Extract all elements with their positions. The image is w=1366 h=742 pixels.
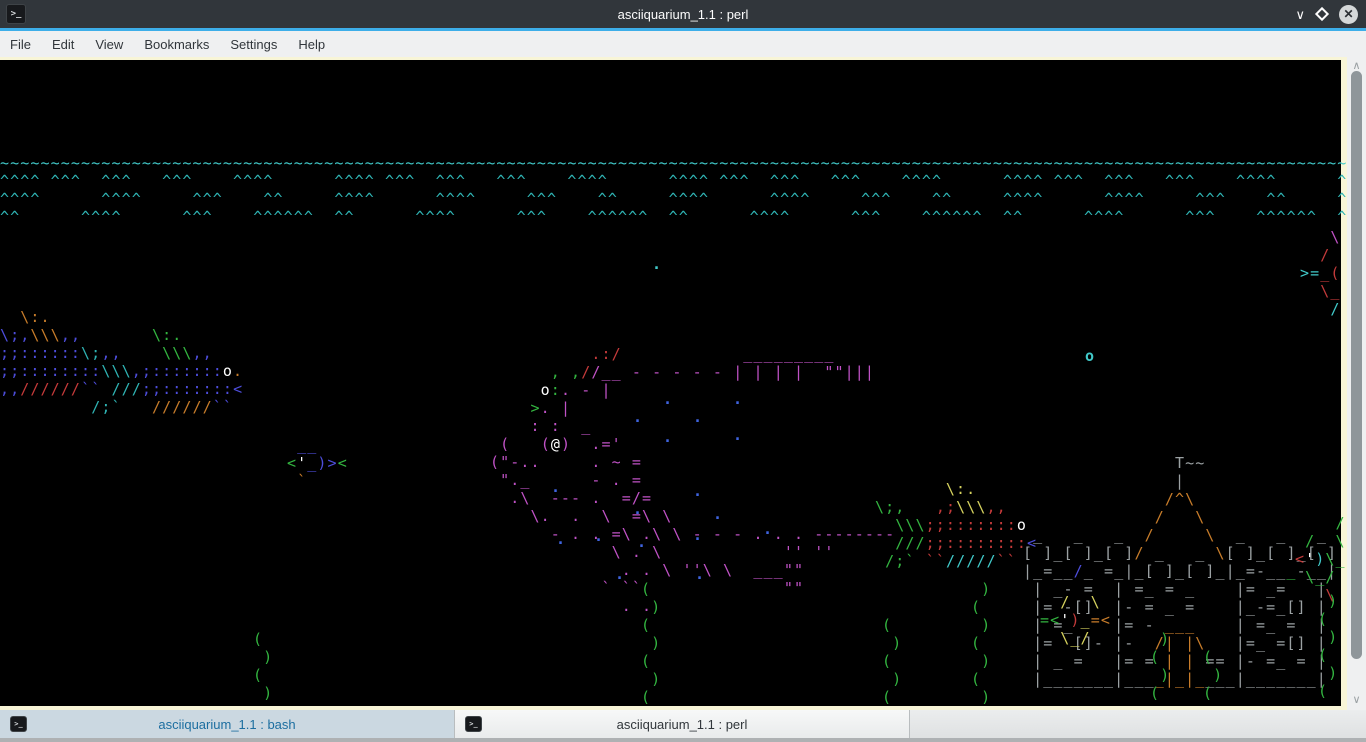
bubble: . bbox=[713, 505, 722, 523]
menubar: File Edit View Bookmarks Settings Help bbox=[0, 31, 1366, 57]
bubble: . bbox=[693, 482, 702, 500]
konsole-window: >_ asciiquarium_1.1 : perl ∨ ✕ File Edit… bbox=[0, 0, 1366, 742]
focus-frame-top bbox=[0, 57, 1347, 60]
bubble: . bbox=[633, 408, 642, 426]
fish-over-castle: / \ =<')_=< \_/ bbox=[1040, 593, 1111, 647]
water-line-2: ^^^^ ^^^^ ^^^ ^^ ^^^^ ^^^^ ^^^ ^^ ^^^^ ^… bbox=[0, 190, 1347, 208]
terminal-screen[interactable]: ~~~~~~~~~~~~~~~~~~~~~~~~~~~~~~~~~~~~~~~~… bbox=[0, 57, 1347, 710]
minimize-button[interactable]: ∨ bbox=[1295, 8, 1305, 21]
water-line-1: ^^^^ ^^^ ^^^ ^^^ ^^^^ ^^^^ ^^^ ^^^ ^^^ ^… bbox=[0, 172, 1347, 190]
maximize-button[interactable] bbox=[1315, 7, 1329, 21]
menu-item-settings[interactable]: Settings bbox=[230, 37, 277, 52]
seaweed: ) ( ) ( ) ( bbox=[1318, 592, 1338, 700]
menu-item-edit[interactable]: Edit bbox=[52, 37, 74, 52]
fish-entering-top-right: \ / >=_( \_ / bbox=[1300, 228, 1341, 318]
bubble: . bbox=[652, 255, 661, 273]
bubble: . bbox=[615, 565, 624, 583]
fish-school-left: \:. \;,\\\,, \:. ;;::::::\;,, \\\,, ;;::… bbox=[0, 308, 243, 416]
fish-right-group: \:. \;, ,;\\\,, \\\;;:::::::o ///;;:::::… bbox=[875, 480, 1037, 570]
seaweed: ( ) ( ) bbox=[253, 630, 273, 702]
terminal-icon: >_ bbox=[465, 716, 482, 732]
fish-edge-right: / / \ <')\_ \_/ \ bbox=[1295, 514, 1346, 604]
bubble: . bbox=[633, 500, 642, 518]
water-line-3: ^^ ^^^^ ^^^ ^^^^^^ ^^ ^^^^ ^^^ ^^^^^^ ^^… bbox=[0, 208, 1347, 226]
bubble: . bbox=[663, 390, 672, 408]
bubble: . bbox=[594, 527, 603, 545]
menu-item-file[interactable]: File bbox=[10, 37, 31, 52]
scroll-down-icon[interactable]: ∨ bbox=[1347, 693, 1366, 706]
window-bottom-edge bbox=[0, 738, 1366, 742]
bubble: . bbox=[763, 520, 772, 538]
castle: T~~ | /^\ / \ _ _ _ / \ _ _ _ [ ]_[ ]_[ … bbox=[1023, 454, 1337, 688]
water-surface: ~~~~~~~~~~~~~~~~~~~~~~~~~~~~~~~~~~~~~~~~… bbox=[0, 154, 1347, 172]
tab-bash[interactable]: >_ asciiquarium_1.1 : bash bbox=[0, 710, 455, 738]
menu-item-view[interactable]: View bbox=[95, 37, 123, 52]
terminal-icon: >_ bbox=[10, 716, 27, 732]
bubble: o bbox=[1085, 347, 1094, 365]
window-title: asciiquarium_1.1 : perl bbox=[0, 7, 1366, 22]
seaweed: ( ) ( bbox=[1203, 648, 1223, 702]
bubble: . bbox=[695, 565, 704, 583]
menu-item-bookmarks[interactable]: Bookmarks bbox=[144, 37, 209, 52]
tab-perl-label: asciiquarium_1.1 : perl bbox=[617, 717, 748, 732]
bubble: . bbox=[733, 390, 742, 408]
small-blue-fish: __ <'_)>< ` bbox=[287, 436, 348, 490]
bubble: . bbox=[551, 478, 560, 496]
menu-item-help[interactable]: Help bbox=[298, 37, 325, 52]
tab-bar: >_ asciiquarium_1.1 : bash >_ asciiquari… bbox=[0, 710, 1366, 738]
tab-bash-label: asciiquarium_1.1 : bash bbox=[158, 717, 295, 732]
bubble: . bbox=[663, 428, 672, 446]
tab-perl[interactable]: >_ asciiquarium_1.1 : perl bbox=[455, 710, 910, 738]
bubble: . bbox=[693, 526, 702, 544]
bubble: . bbox=[637, 533, 646, 551]
scrollbar[interactable]: ∧ ∨ bbox=[1347, 57, 1366, 710]
seaweed: ) ( ) ( bbox=[1150, 630, 1170, 702]
bubble: . bbox=[556, 530, 565, 548]
bubble: . bbox=[693, 408, 702, 426]
seaweed: ) ( ) ( ) ( ) bbox=[971, 580, 991, 706]
seaweed: ( ) ( ) ( ) ( bbox=[641, 580, 661, 706]
seaweed: ( ) ( ) ( bbox=[882, 616, 902, 706]
bubble: . bbox=[733, 426, 742, 444]
scrollbar-thumb[interactable] bbox=[1351, 71, 1362, 659]
konsole-app-icon: >_ bbox=[6, 4, 26, 24]
titlebar[interactable]: >_ asciiquarium_1.1 : perl ∨ ✕ bbox=[0, 0, 1366, 28]
close-button[interactable]: ✕ bbox=[1339, 5, 1358, 24]
